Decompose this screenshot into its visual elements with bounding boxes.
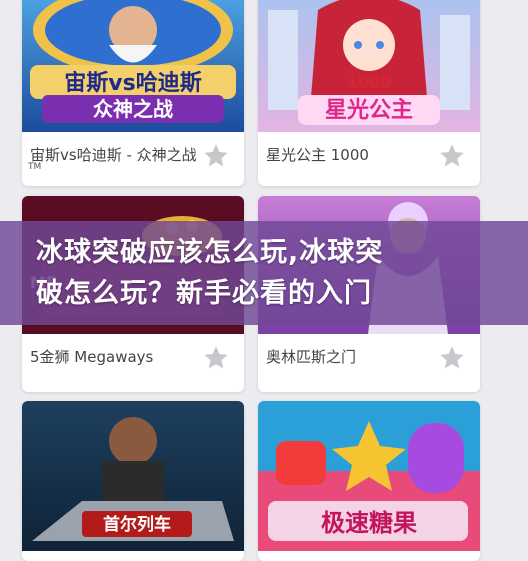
star-icon[interactable] [438,344,466,372]
star-icon[interactable] [202,344,230,372]
trademark-label: TM [28,162,42,172]
art-title-bottom: 星光公主 [325,98,413,123]
game-thumbnail[interactable]: 首尔列车 [22,401,244,551]
game-thumbnail[interactable]: 极速糖果 [258,401,480,551]
game-thumbnail[interactable]: 宙斯vs哈迪斯 众神之战 [22,0,244,132]
game-title: 星光公主 1000 [266,146,369,164]
banner-line-2: 破怎么玩？新手必看的入门 [36,278,372,309]
art-title: 首尔列车 [103,514,171,535]
star-icon[interactable] [438,142,466,170]
game-card-seoul-train[interactable]: 首尔列车 [22,401,244,561]
art-title-top: 宙斯vs哈迪斯 [64,70,201,96]
game-card-speed-candy[interactable]: 极速糖果 [258,401,480,561]
banner-text: 冰球突破应该怎么玩,冰球突 破怎么玩？新手必看的入门 [36,232,506,314]
game-title: 宙斯vs哈迪斯 - 众神之战 [30,146,197,164]
game-thumbnail[interactable]: 1000 星光公主 [258,0,480,132]
game-card-starlight-princess[interactable]: 1000 星光公主 星光公主 1000 [258,0,480,186]
star-icon[interactable] [202,142,230,170]
art-title-bottom: 众神之战 [93,97,173,121]
art-title-top: 1000 [347,73,392,92]
game-card-zeus-vs-hades[interactable]: 宙斯vs哈迪斯 众神之战 宙斯vs哈迪斯 - 众神之战 TM [22,0,244,186]
art-title: 极速糖果 [321,509,417,537]
game-title: 奥林匹斯之门 [266,348,357,366]
game-title: 5金狮 Megaways [30,348,154,366]
banner-line-1: 冰球突破应该怎么玩,冰球突 [36,237,384,268]
